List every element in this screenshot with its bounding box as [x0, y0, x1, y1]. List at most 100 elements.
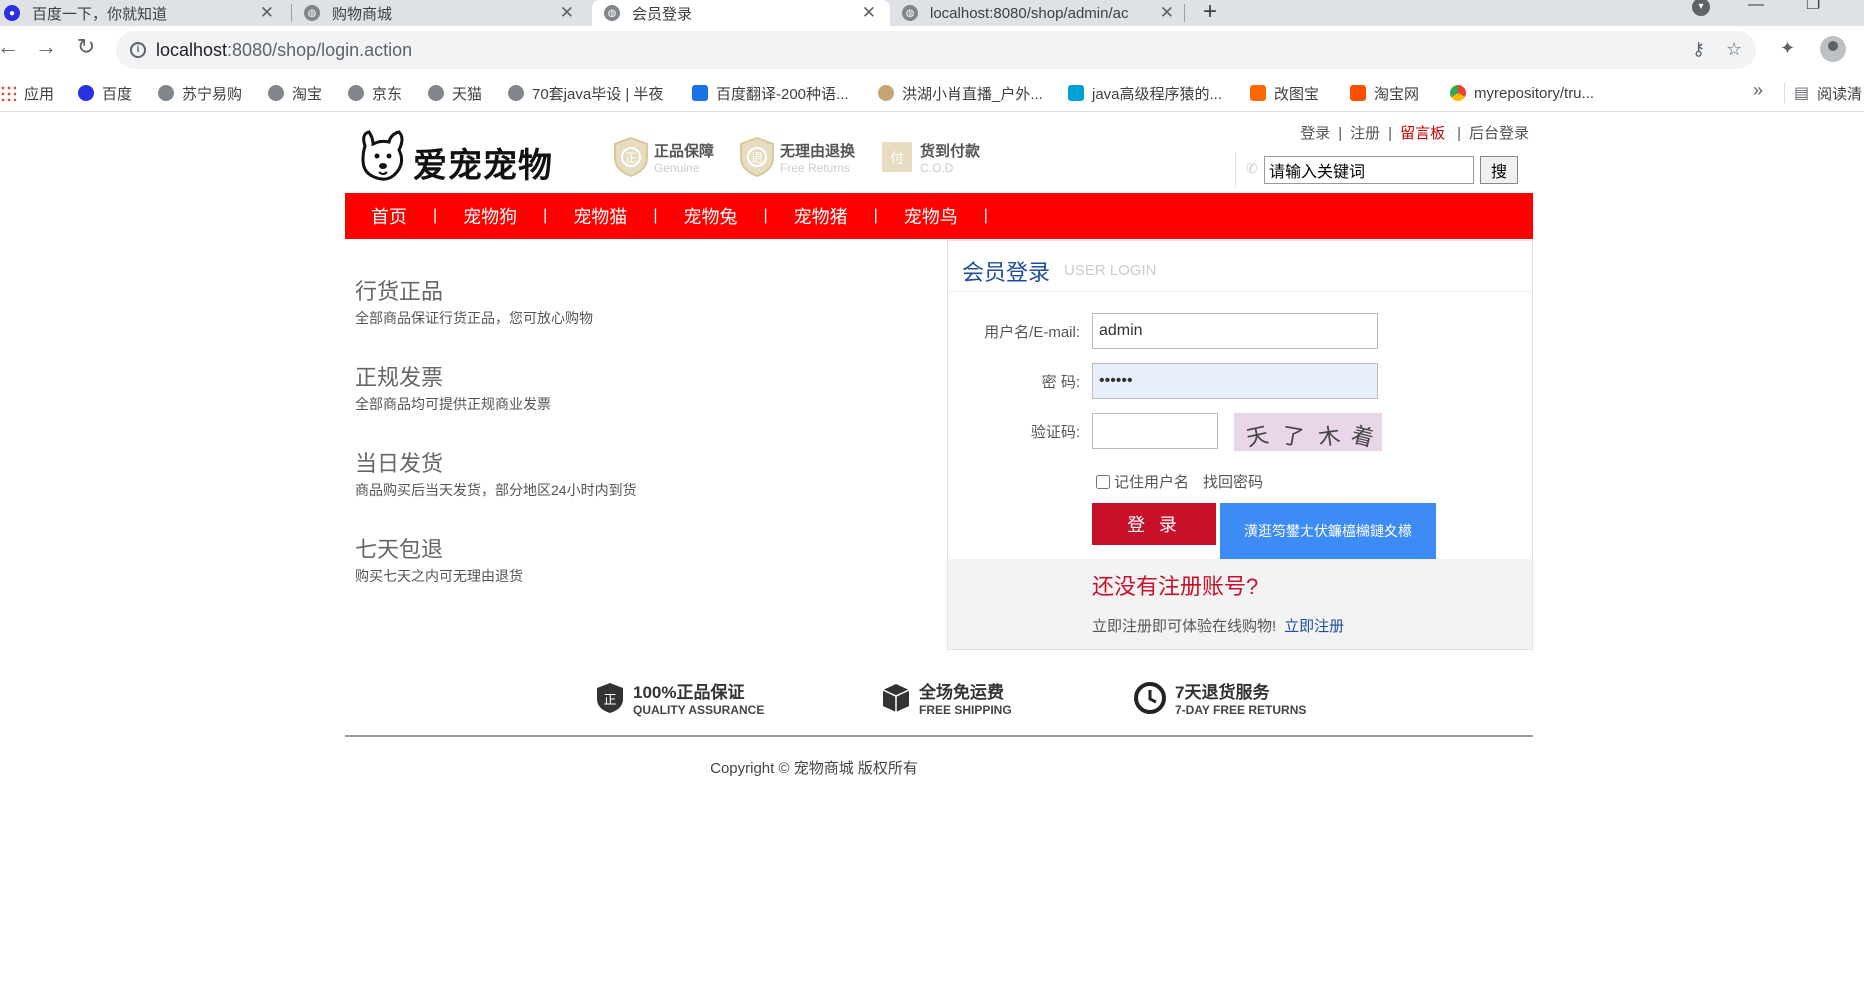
site-logo[interactable]: 爱宠宠物: [357, 128, 557, 186]
nav-item-birds[interactable]: 宠物鸟: [904, 203, 958, 229]
shield-icon: 正: [614, 136, 648, 178]
extensions-icon[interactable]: ✦: [1780, 38, 1795, 59]
tab-login-active[interactable]: ◍ 会员登录 ✕: [592, 0, 890, 26]
bookmark-label: 洪湖小肖直播_户外...: [902, 85, 1043, 103]
svg-text:付: 付: [890, 150, 904, 166]
bookmark-repository[interactable]: myrepository/tru...: [1450, 74, 1594, 112]
bookmark-baidu-translate[interactable]: 百度翻译-200种语...: [692, 74, 849, 112]
back-icon[interactable]: ←: [0, 34, 22, 60]
reading-list-label: 阅读清: [1817, 85, 1863, 103]
close-icon[interactable]: ✕: [1160, 3, 1174, 23]
bookmark-jd[interactable]: 京东: [348, 74, 402, 112]
username-label: 用户名/E-mail:: [984, 324, 1080, 341]
link-separator: |: [1388, 125, 1393, 142]
dog-logo-icon: [361, 130, 404, 181]
feature-title: 七天包退: [355, 537, 444, 562]
key-icon[interactable]: ⚷: [1692, 39, 1705, 60]
nav-separator: |: [653, 207, 658, 224]
reading-list[interactable]: ▤ 阅读清: [1794, 74, 1862, 112]
chrome-icon: [1450, 85, 1466, 101]
login-button[interactable]: 登 录: [1092, 503, 1216, 545]
divider: [948, 291, 1532, 292]
new-tab-button[interactable]: +: [1203, 0, 1217, 26]
search-input[interactable]: [1264, 156, 1474, 184]
captcha-input[interactable]: [1092, 413, 1218, 449]
nav-item-pigs[interactable]: 宠物猪: [794, 203, 848, 229]
bookmark-tmall[interactable]: 天猫: [428, 74, 482, 112]
nav-item-rabbits[interactable]: 宠物兔: [683, 203, 737, 229]
svg-text:正: 正: [603, 692, 616, 707]
bookmark-java-projects[interactable]: 70套java毕设 | 半夜: [508, 74, 663, 112]
reload-icon[interactable]: ↻: [72, 34, 100, 60]
feature-desc: 全部商品均可提供正规商业发票: [355, 396, 551, 412]
link-separator: |: [1457, 125, 1461, 142]
tab-separator: [291, 4, 292, 22]
feature-desc: 购买七天之内可无理由退货: [355, 568, 523, 584]
globe-icon: [508, 85, 524, 101]
taobao-icon: [1350, 85, 1366, 101]
minimize-icon[interactable]: —: [1748, 0, 1764, 14]
globe-icon: ◍: [604, 5, 620, 21]
bookmark-taobao[interactable]: 淘宝: [268, 74, 322, 112]
shield-icon: 正: [597, 682, 623, 713]
url-host: localhost: [156, 40, 228, 60]
nav-item-cats[interactable]: 宠物猫: [573, 203, 627, 229]
guestbook-link[interactable]: 留言板: [1400, 125, 1445, 142]
badge-free-returns: 退 无理由退换 Free Returns: [738, 134, 855, 180]
remember-label[interactable]: 记住用户名: [1114, 471, 1189, 492]
guarantee-subtitle: QUALITY ASSURANCE: [633, 703, 765, 717]
tab-shop[interactable]: ◍ 购物商城 ✕: [304, 0, 588, 26]
tab-search-icon[interactable]: ▾: [1692, 0, 1710, 16]
top-links: 登录 | 注册 | 留言板 | 后台登录: [1300, 122, 1529, 143]
profile-avatar-icon[interactable]: [1820, 36, 1846, 62]
guarantee-subtitle: 7-DAY FREE RETURNS: [1175, 703, 1307, 717]
remember-checkbox[interactable]: [1096, 474, 1110, 489]
nav-separator: |: [763, 207, 768, 224]
feature-same-day: 当日发货 商品购买后当天发货，部分地区24小时内到货: [355, 446, 637, 500]
tab-baidu[interactable]: ● 百度一下，你就知道 ✕: [4, 0, 288, 26]
bookmark-taobao-net[interactable]: 淘宝网: [1350, 74, 1419, 112]
close-icon[interactable]: ✕: [560, 3, 574, 23]
admin-login-link[interactable]: 后台登录: [1469, 125, 1529, 142]
badge-title: 无理由退换: [780, 142, 856, 160]
site-info-icon[interactable]: i: [130, 42, 146, 58]
bookmark-apps[interactable]: 应用: [0, 74, 54, 112]
no-account-heading: 还没有注册账号?: [1092, 574, 1259, 599]
more-bookmarks-icon[interactable]: »: [1753, 80, 1763, 101]
register-link[interactable]: 注册: [1350, 125, 1380, 142]
bookmark-gaitubao[interactable]: 改图宝: [1250, 74, 1319, 112]
register-now-link[interactable]: 立即注册: [1284, 618, 1344, 635]
nav-item-dogs[interactable]: 宠物狗: [463, 203, 517, 229]
bookmark-label: 天猫: [452, 85, 483, 103]
register-hint: 立即注册即可体验在线购物! 立即注册: [1092, 615, 1344, 636]
login-link[interactable]: 登录: [1300, 125, 1330, 142]
address-bar[interactable]: i localhost:8080/shop/login.action ⚷ ☆: [116, 31, 1756, 69]
close-icon[interactable]: ✕: [260, 3, 274, 23]
badge-subtitle: C.O.D: [920, 160, 954, 175]
logo-text: 爱宠宠物: [413, 146, 553, 186]
password-input[interactable]: [1092, 363, 1378, 399]
bookmark-label: 淘宝: [292, 85, 323, 103]
close-icon[interactable]: ✕: [862, 3, 876, 23]
restore-icon[interactable]: ❐: [1806, 0, 1820, 14]
bookmark-suning[interactable]: 苏宁易购: [158, 74, 242, 112]
globe-icon: ◍: [304, 5, 320, 21]
tab-title: 购物商城: [332, 5, 393, 23]
bookmark-baidu[interactable]: 百度: [78, 74, 132, 112]
captcha-image[interactable]: 天 了 木 着: [1234, 413, 1382, 451]
search-button[interactable]: 搜: [1480, 156, 1518, 184]
forgot-password-link[interactable]: 找回密码: [1203, 471, 1263, 492]
bookmark-bilibili[interactable]: java高级程序猿的...: [1068, 74, 1222, 112]
tab-admin[interactable]: ◍ localhost:8080/shop/admin/ac ✕: [902, 0, 1182, 26]
url-text[interactable]: localhost:8080/shop/login.action: [156, 40, 412, 61]
bookmark-label: 70套java毕设 | 半夜: [532, 85, 664, 103]
garbled-submit-button[interactable]: 潢逛笉鐢ㄤ伏鐮橀檰鏈夊櫒: [1220, 503, 1436, 559]
bookmark-label: 改图宝: [1274, 85, 1320, 103]
bookmark-live[interactable]: 洪湖小肖直播_户外...: [878, 74, 1043, 112]
box-icon: [882, 683, 910, 712]
star-icon[interactable]: ☆: [1726, 39, 1742, 60]
username-input[interactable]: [1092, 313, 1378, 349]
forward-icon[interactable]: →: [32, 34, 60, 60]
globe-icon: [428, 85, 444, 101]
nav-item-home[interactable]: 首页: [371, 203, 407, 229]
